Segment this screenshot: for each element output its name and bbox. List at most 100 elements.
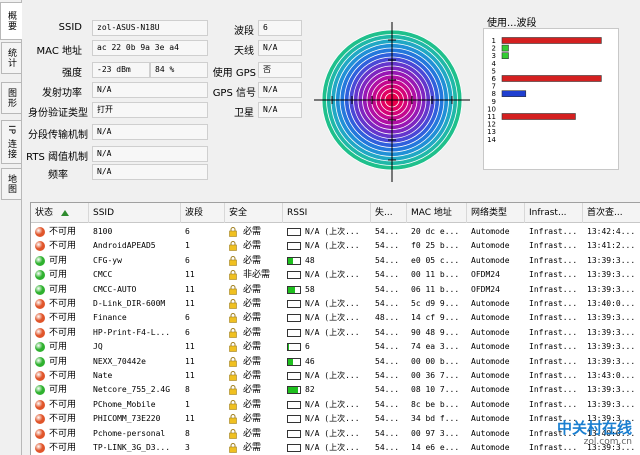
security-cell: 必需 xyxy=(225,383,283,397)
channel-cell: 6 xyxy=(185,255,190,265)
rssi-cell: N/A (上次... xyxy=(283,412,371,426)
loss-cell: 54... xyxy=(375,385,400,395)
infrastructure-cell: Infrast... xyxy=(529,270,578,280)
channel-cell: 11 xyxy=(185,270,195,280)
column-header[interactable]: 网络类型 xyxy=(467,203,525,223)
table-row[interactable]: 不可用 PHICOMM_73E220 11 必需 N/A (上次... 54... 34 b… xyxy=(31,412,640,426)
status-cell: 不可用 xyxy=(31,326,89,340)
status-available-icon xyxy=(35,255,45,266)
column-header[interactable]: RSSI xyxy=(283,203,371,223)
table-row[interactable]: 可用 JQ 11 必需 6 54... 74 ea 3... Automode Infrast.… xyxy=(31,340,640,354)
table-row[interactable]: 不可用 AndroidAPEAD5 1 必需 N/A (上次... 54... f0 25 … xyxy=(31,239,640,253)
mac-cell: 8c be b... xyxy=(411,399,460,409)
infrastructure-cell: Infrast... xyxy=(529,399,578,409)
strength-percent-value: 84 % xyxy=(150,62,208,78)
column-header[interactable]: 首次查... xyxy=(583,203,640,223)
mac-cell: 08 10 7... xyxy=(411,385,460,395)
security-cell: 必需 xyxy=(225,398,283,412)
security-cell: 必需 xyxy=(225,283,283,297)
table-row[interactable]: 不可用 D-Link_DIR-600M 11 必需 N/A (上次... 54... 5c … xyxy=(31,297,640,311)
mac-cell: 14 e6 e... xyxy=(411,443,460,452)
table-row[interactable]: 不可用 PChome_Mobile 1 必需 N/A (上次... 54... 8c be … xyxy=(31,398,640,412)
rssi-meter xyxy=(287,444,301,452)
channel-value: 6 xyxy=(258,20,302,36)
column-header[interactable]: 失... xyxy=(371,203,407,223)
status-cell: 可用 xyxy=(31,383,89,397)
tab-map-label: 地图 xyxy=(6,174,16,194)
channel-cell: 11 xyxy=(185,299,195,308)
tab-ip-connection[interactable]: IP 连接 xyxy=(1,120,21,164)
table-row[interactable]: 可用 NEXX_70442e 11 必需 46 54... 00 00 b... Automo… xyxy=(31,355,640,369)
network-type-cell: Automode xyxy=(471,385,510,395)
rssi-cell: N/A (上次... xyxy=(283,225,371,239)
rssi-cell: 58 xyxy=(283,283,371,297)
infrastructure-cell: Infrast... xyxy=(529,241,578,251)
rssi-meter xyxy=(287,386,301,395)
column-header[interactable]: MAC 地址 xyxy=(407,203,467,223)
column-header[interactable]: SSID xyxy=(89,203,181,223)
table-row[interactable]: 不可用 Pchome-personal 8 必需 N/A (上次... 54... 00 9… xyxy=(31,427,640,441)
rssi-meter xyxy=(287,242,301,251)
mac-cell: 90 48 9... xyxy=(411,327,460,337)
rssi-meter xyxy=(287,429,301,438)
column-header[interactable]: Infrast... xyxy=(525,203,583,223)
security-cell: 非必需 xyxy=(225,268,283,282)
tab-overview[interactable]: 概要 xyxy=(0,2,22,40)
rssi-cell: N/A (上次... xyxy=(283,369,371,383)
column-header[interactable]: 状态 xyxy=(31,203,89,223)
table-row[interactable]: 不可用 Finance 6 必需 N/A (上次... 48... 14 cf 9... Au… xyxy=(31,311,640,325)
loss-cell: 54... xyxy=(375,270,400,280)
status-available-icon xyxy=(35,284,45,295)
lock-icon xyxy=(229,270,237,280)
table-row[interactable]: 不可用 TP-LINK_3G_D3... 3 必需 N/A (上次... 54... 14 … xyxy=(31,441,640,455)
tab-graph[interactable]: 图形 xyxy=(1,82,21,114)
rssi-cell: N/A (上次... xyxy=(283,311,371,325)
mac-cell: 20 dc e... xyxy=(411,227,460,236)
infrastructure-cell: Infrast... xyxy=(529,284,578,294)
mac-cell: 00 00 b... xyxy=(411,356,460,366)
table-row[interactable]: 可用 CMCC 11 非必需 N/A (上次... 54... 00 11 b... OFDM… xyxy=(31,268,640,282)
loss-cell: 54... xyxy=(375,414,400,424)
signal-radar xyxy=(314,22,470,182)
ssid-cell: Pchome-personal xyxy=(93,428,166,438)
first-seen-cell: 13:39:3... xyxy=(587,356,636,366)
mac-cell: 00 97 3... xyxy=(411,428,460,438)
security-cell: 必需 xyxy=(225,412,283,426)
channel-usage-bar xyxy=(501,113,576,120)
ssid-cell: TP-LINK_3G_D3... xyxy=(93,443,171,452)
ssid-cell: JQ xyxy=(93,342,103,352)
table-row[interactable]: 可用 Netcore_755_2.4G 8 必需 82 54... 08 10 7... Au… xyxy=(31,383,640,397)
channel-cell: 8 xyxy=(185,428,190,438)
use-gps-value: 否 xyxy=(258,62,302,78)
table-row[interactable]: 不可用 8100 6 必需 N/A (上次... 54... 20 dc e... Autom… xyxy=(31,225,640,239)
rssi-meter xyxy=(287,400,301,409)
tx-power-label: 发射功率 xyxy=(42,88,82,99)
network-type-cell: Automode xyxy=(471,313,510,323)
network-type-cell: OFDM24 xyxy=(471,270,500,280)
status-cell: 可用 xyxy=(31,283,89,297)
channel-cell: 6 xyxy=(185,327,190,337)
table-row[interactable]: 可用 CFG-yw 6 必需 48 54... e0 05 c... Automode Infr… xyxy=(31,254,640,268)
column-header[interactable]: 波段 xyxy=(181,203,225,223)
tab-statistics[interactable]: 统计 xyxy=(1,42,21,74)
loss-cell: 54... xyxy=(375,356,400,366)
table-row[interactable]: 可用 CMCC-AUTO 11 必需 58 54... 06 11 b... OFDM24 In… xyxy=(31,283,640,297)
ssid-label: SSID xyxy=(58,22,82,33)
first-seen-cell: 13:43:0... xyxy=(587,371,636,380)
rssi-meter xyxy=(287,415,301,424)
status-unavailable-icon xyxy=(35,428,45,439)
rssi-meter xyxy=(287,285,301,294)
lock-icon xyxy=(229,371,237,381)
channel-cell: 6 xyxy=(185,313,190,323)
network-table: 状态 SSID 波段 安全 RSSI 失... MAC 地址 网络类型 Infrast... 首次… xyxy=(30,202,640,455)
table-row[interactable]: 不可用 HP-Print-F4-L... 6 必需 N/A (上次... 54... 90 … xyxy=(31,326,640,340)
column-header[interactable]: 安全 xyxy=(225,203,283,223)
ssid-cell: AndroidAPEAD5 xyxy=(93,241,156,251)
tab-map[interactable]: 地图 xyxy=(1,168,21,200)
lock-icon xyxy=(229,313,237,324)
network-type-cell: Automode xyxy=(471,443,510,452)
network-type-cell: Automode xyxy=(471,356,510,366)
loss-cell: 54... xyxy=(375,371,400,380)
rssi-meter xyxy=(287,357,301,366)
table-row[interactable]: 不可用 Nate 11 必需 N/A (上次... 54... 00 36 7... Auto… xyxy=(31,369,640,383)
